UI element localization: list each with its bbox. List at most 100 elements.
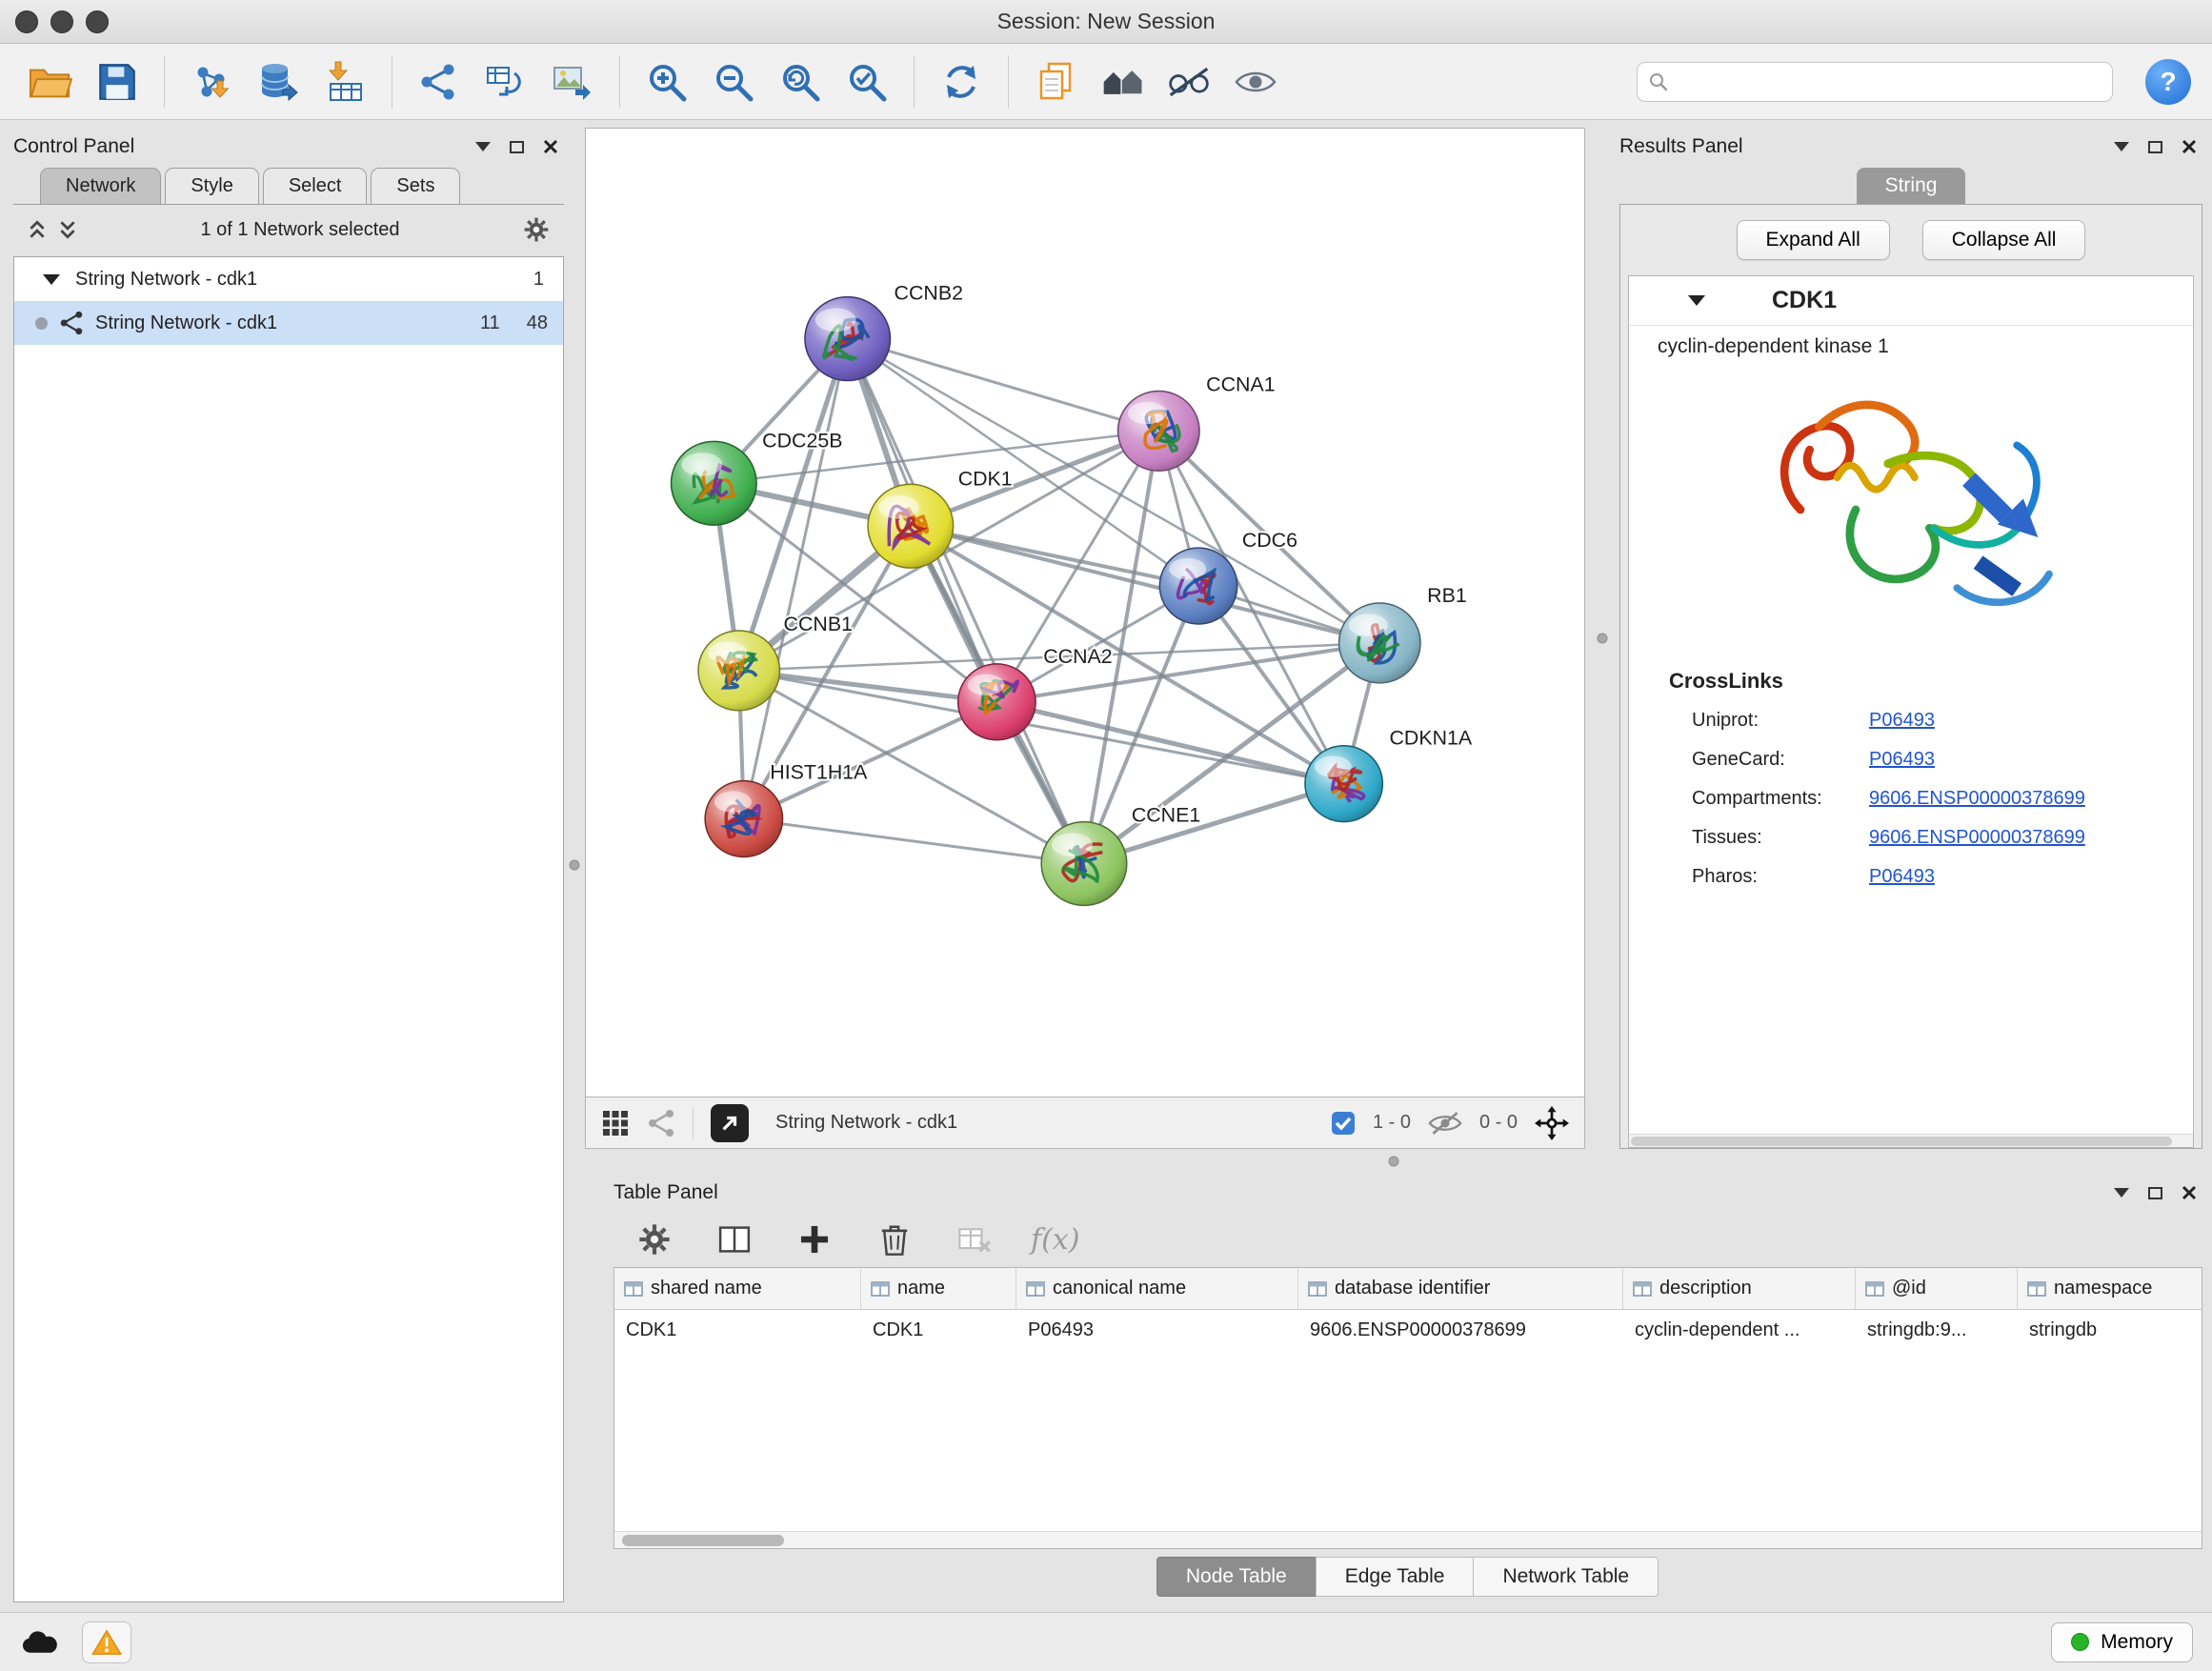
string-homes-button[interactable] xyxy=(1093,52,1152,111)
network-table-splitter[interactable] xyxy=(585,1149,2202,1174)
function-builder-button[interactable]: f(x) xyxy=(1031,1223,1079,1257)
expand-all-button[interactable]: Expand All xyxy=(1737,220,1890,260)
birdseye-grid-icon[interactable] xyxy=(601,1109,630,1137)
tab-select[interactable]: Select xyxy=(263,168,368,204)
column-header-database-identifier[interactable]: database identifier xyxy=(1298,1268,1623,1309)
memory-button[interactable]: Memory xyxy=(2051,1622,2193,1662)
scrollbar-thumb[interactable] xyxy=(622,1535,784,1546)
network-node-CCNE1[interactable] xyxy=(1041,822,1127,906)
network-node-CCNA2[interactable] xyxy=(958,664,1036,740)
import-table-from-file-button[interactable] xyxy=(315,52,374,111)
network-node-CCNA1[interactable] xyxy=(1118,391,1199,471)
minimize-window-button[interactable] xyxy=(50,10,73,33)
panel-menu-icon[interactable] xyxy=(475,142,491,151)
network-node-HIST1H1A[interactable] xyxy=(705,781,782,857)
network-node-CDKN1A[interactable] xyxy=(1305,746,1382,822)
collapse-arrow-icon[interactable] xyxy=(43,274,60,285)
network-node-CDC6[interactable] xyxy=(1159,548,1237,624)
search-field[interactable] xyxy=(1637,62,2113,102)
cloud-status-button[interactable] xyxy=(19,1628,61,1657)
pan-crosshair-icon[interactable] xyxy=(1535,1106,1569,1140)
collapse-all-icon[interactable] xyxy=(27,219,48,240)
hide-glasses-button[interactable] xyxy=(1159,52,1218,111)
import-network-from-database-button[interactable] xyxy=(249,52,308,111)
results-horizontal-scrollbar[interactable] xyxy=(1629,1134,2193,1147)
delete-table-button[interactable] xyxy=(951,1216,998,1263)
add-column-button[interactable] xyxy=(791,1216,838,1263)
column-header--id[interactable]: @id xyxy=(1856,1268,2018,1309)
crosslink-link-tissues[interactable]: 9606.ENSP00000378699 xyxy=(1869,827,2085,849)
help-button[interactable]: ? xyxy=(2145,59,2191,105)
network-and-table-button[interactable] xyxy=(476,52,535,111)
tab-network[interactable]: Network xyxy=(40,168,161,204)
network-node-RB1[interactable] xyxy=(1339,603,1420,683)
network-options-gear-icon[interactable] xyxy=(522,215,551,244)
close-panel-icon[interactable] xyxy=(2182,1185,2197,1200)
crosslink-link-compartments[interactable]: 9606.ENSP00000378699 xyxy=(1869,788,2085,810)
network-row-selected[interactable]: String Network - cdk1 11 48 xyxy=(14,301,563,345)
export-image-button[interactable] xyxy=(543,52,602,111)
open-session-button[interactable] xyxy=(21,52,80,111)
network-node-CCNB1[interactable] xyxy=(698,631,779,711)
documents-button[interactable] xyxy=(1026,52,1085,111)
share-network-disabled-icon[interactable] xyxy=(647,1109,675,1137)
collapse-all-button[interactable]: Collapse All xyxy=(1922,220,2086,260)
hidden-eye-slash-icon[interactable] xyxy=(1428,1110,1462,1137)
import-network-from-file-button[interactable] xyxy=(182,52,241,111)
crosslink-link-genecard[interactable]: P06493 xyxy=(1869,749,1935,771)
network-from-selection-button[interactable] xyxy=(410,52,469,111)
zoom-fit-button[interactable] xyxy=(771,52,830,111)
network-node-CDC25B[interactable] xyxy=(672,441,757,525)
panel-menu-icon[interactable] xyxy=(2114,142,2129,151)
zoom-in-button[interactable] xyxy=(637,52,696,111)
open-in-new-window-button[interactable] xyxy=(711,1104,749,1142)
zoom-out-button[interactable] xyxy=(704,52,763,111)
show-columns-button[interactable] xyxy=(711,1216,758,1263)
collapse-gene-icon[interactable] xyxy=(1688,295,1705,306)
panel-menu-icon[interactable] xyxy=(2114,1188,2129,1198)
table-options-button[interactable] xyxy=(631,1216,678,1263)
network-graph[interactable]: CCNB2CCNA1CDC25BCDK1CDC6RB1CCNB1CCNA2CDK… xyxy=(586,129,1584,1097)
splitter-handle[interactable] xyxy=(1389,1157,1399,1167)
float-panel-icon[interactable] xyxy=(2148,1187,2162,1199)
splitter-handle[interactable] xyxy=(1598,634,1608,644)
crosslink-link-pharos[interactable]: P06493 xyxy=(1869,866,1935,888)
close-window-button[interactable] xyxy=(15,10,38,33)
close-panel-icon[interactable] xyxy=(2182,139,2197,154)
warnings-button[interactable] xyxy=(82,1621,131,1663)
zoom-window-button[interactable] xyxy=(86,10,109,33)
network-node-CDK1[interactable] xyxy=(868,484,954,568)
column-header-name[interactable]: name xyxy=(861,1268,1016,1309)
tab-edge-table[interactable]: Edge Table xyxy=(1316,1557,1475,1597)
zoom-selected-button[interactable] xyxy=(837,52,896,111)
network-collection-row[interactable]: String Network - cdk1 1 xyxy=(14,257,563,301)
column-header-description[interactable]: description xyxy=(1623,1268,1856,1309)
tab-style[interactable]: Style xyxy=(165,168,258,204)
tab-network-table[interactable]: Network Table xyxy=(1473,1557,1659,1597)
search-input[interactable] xyxy=(1676,70,2101,92)
network-canvas[interactable]: CCNB2CCNA1CDC25BCDK1CDC6RB1CCNB1CCNA2CDK… xyxy=(585,128,1585,1097)
tab-string[interactable]: String xyxy=(1857,168,1966,204)
delete-column-button[interactable] xyxy=(871,1216,918,1263)
splitter-handle[interactable] xyxy=(570,860,580,871)
scrollbar-thumb[interactable] xyxy=(1631,1137,2172,1146)
left-splitter[interactable] xyxy=(564,128,585,1602)
float-panel-icon[interactable] xyxy=(2148,141,2162,153)
tab-sets[interactable]: Sets xyxy=(371,168,460,204)
network-node-CCNB2[interactable] xyxy=(805,297,891,381)
show-eye-button[interactable] xyxy=(1226,52,1285,111)
float-panel-icon[interactable] xyxy=(510,141,524,153)
refresh-button[interactable] xyxy=(932,52,991,111)
gene-header-row[interactable]: CDK1 xyxy=(1629,276,2193,326)
column-header-canonical-name[interactable]: canonical name xyxy=(1016,1268,1298,1309)
column-header-namespace[interactable]: namespace xyxy=(2018,1268,2202,1309)
save-session-button[interactable] xyxy=(88,52,147,111)
expand-all-icon[interactable] xyxy=(57,219,78,240)
table-row[interactable]: CDK1CDK1P064939606.ENSP00000378699cyclin… xyxy=(614,1310,2202,1350)
close-panel-icon[interactable] xyxy=(543,139,558,154)
network-results-splitter[interactable] xyxy=(1585,128,1619,1149)
column-header-shared-name[interactable]: shared name xyxy=(614,1268,861,1309)
selected-checkbox-icon[interactable] xyxy=(1331,1111,1356,1136)
crosslink-link-uniprot[interactable]: P06493 xyxy=(1869,710,1935,732)
table-horizontal-scrollbar[interactable] xyxy=(614,1531,2202,1548)
